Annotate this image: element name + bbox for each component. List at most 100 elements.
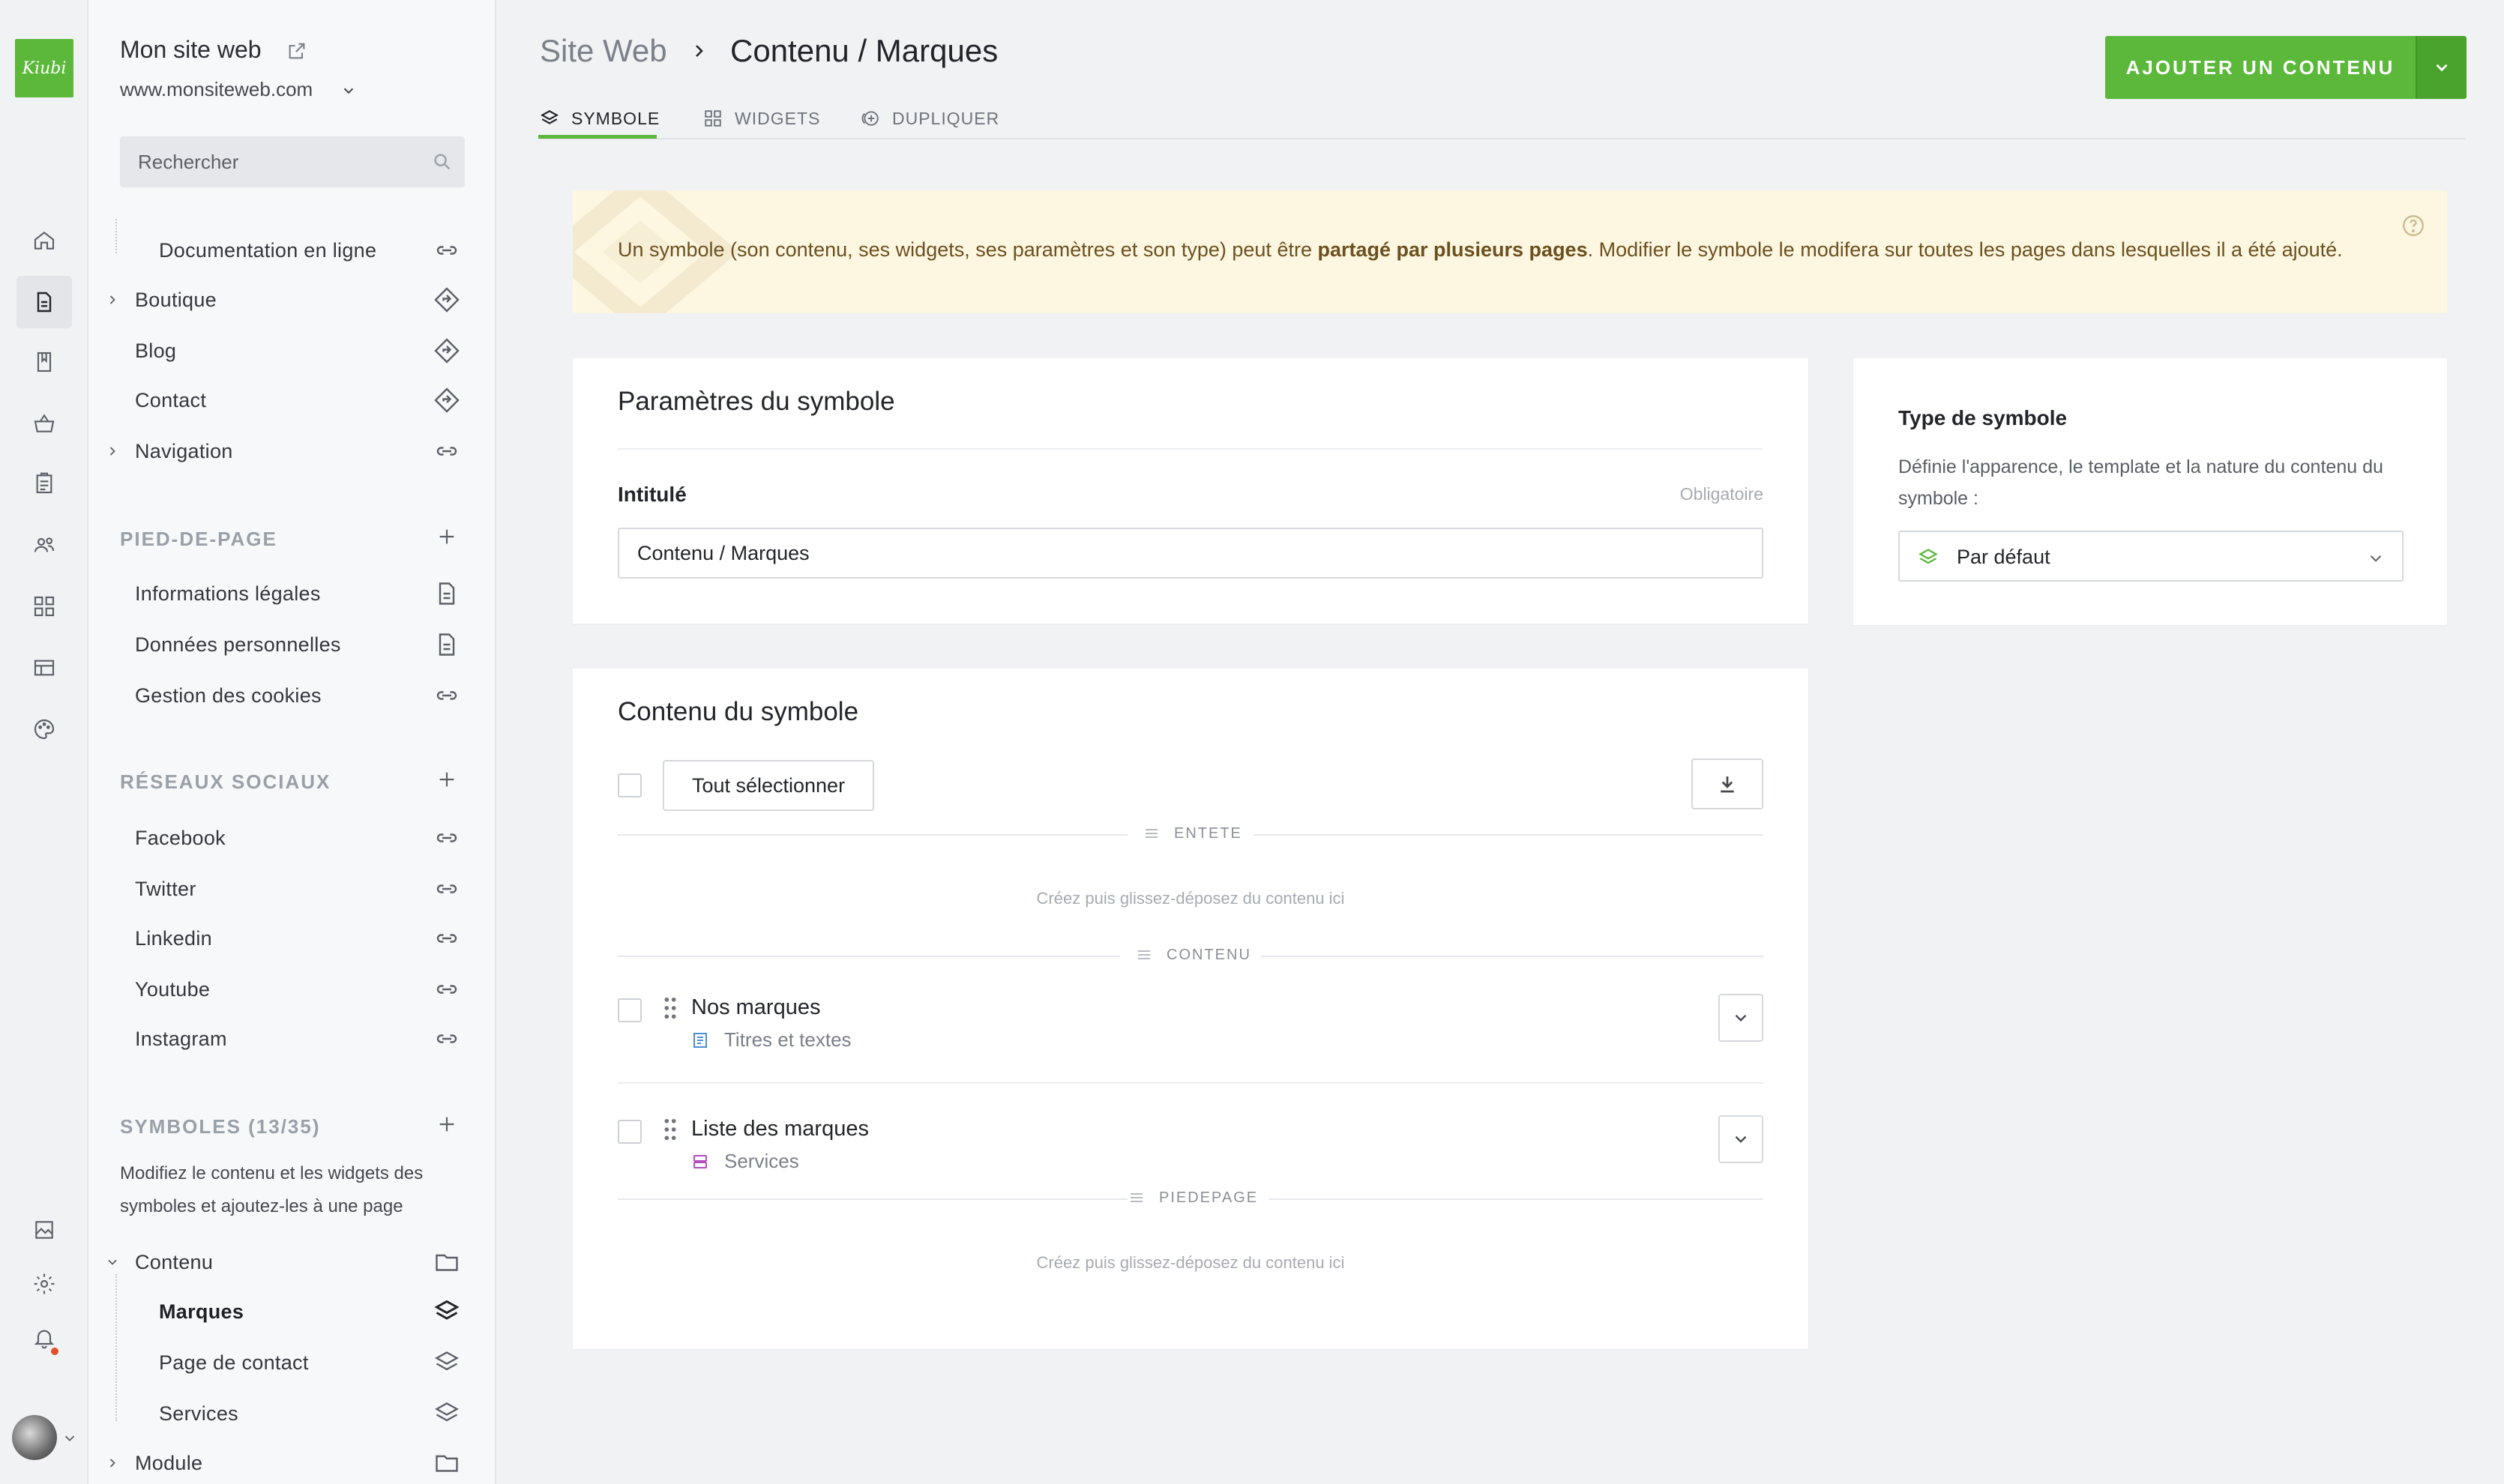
sidebar-symbol-services[interactable]: Services [88,1393,495,1435]
direction-icon [434,387,460,413]
tab-label: WIDGETS [735,108,821,128]
sidebar-item-label: Gestion des cookies [135,684,322,707]
expand-row-button[interactable] [1718,994,1763,1042]
drag-handle-icon[interactable] [663,997,678,1019]
chevron-right-icon[interactable] [105,1456,120,1471]
sidebar-item-label: Navigation [135,439,233,462]
sidebar-folder-contenu[interactable]: Contenu [88,1241,495,1283]
expand-row-button[interactable] [1718,1115,1763,1163]
media-icon[interactable] [16,1204,72,1256]
basket-icon[interactable] [16,397,72,450]
sidebar-item-label: Youtube [135,977,211,1001]
bookmark-icon[interactable] [16,336,72,388]
tab-symbole[interactable]: SYMBOLE [540,97,660,139]
select-all-button[interactable]: Tout sélectionner [663,760,874,811]
notification-badge [51,1348,58,1355]
sidebar-item-contact[interactable]: Contact [88,379,495,421]
site-url-selector[interactable]: www.monsiteweb.com [120,78,313,101]
icon-rail: Kiubi [0,0,88,1484]
sidebar-item-documentation[interactable]: Documentation en ligne [88,229,495,271]
help-icon[interactable] [2401,213,2426,238]
chevron-down-icon[interactable] [105,1255,120,1270]
search-icon[interactable] [432,151,453,172]
title-field[interactable] [618,528,1763,579]
sidebar-item-cookies[interactable]: Gestion des cookies [88,675,495,717]
chevron-down-icon[interactable] [340,82,357,99]
sidebar-symbol-marques[interactable]: Marques [88,1291,495,1333]
widgets-icon [705,110,721,127]
sidebar-item-label: Page de contact [159,1351,309,1374]
sidebar-item-label: Contenu [135,1250,214,1273]
sidebar-item-label: Documentation en ligne [159,238,377,262]
clipboard-icon[interactable] [16,457,72,510]
document-icon [439,633,455,656]
add-content-button[interactable]: AJOUTER UN CONTENU [2105,36,2416,99]
sidebar-item-label: Blog [135,339,177,362]
sidebar-item-facebook[interactable]: Facebook [88,817,495,859]
palette-icon[interactable] [16,703,72,755]
symbol-type-value: Par défaut [1957,546,2050,568]
search-input[interactable] [120,136,465,187]
users-icon[interactable] [16,519,72,571]
sidebar-item-twitter[interactable]: Twitter [88,868,495,910]
sidebar-symbol-page-contact[interactable]: Page de contact [88,1342,495,1384]
download-button[interactable] [1691,758,1763,809]
tab-label: DUPLIQUER [892,108,1000,128]
symbol-type-select[interactable]: Par défaut [1898,531,2404,582]
bell-icon[interactable] [16,1312,72,1364]
breadcrumb-root[interactable]: Site Web [540,33,667,69]
add-social-icon[interactable] [435,767,459,791]
drag-handle-icon[interactable] [663,1118,678,1141]
row-checkbox[interactable] [618,1120,642,1144]
required-hint: Obligatoire [1679,484,1763,504]
direction-icon [434,338,460,364]
menu-lines-icon [1138,950,1150,959]
row-checkbox[interactable] [618,998,642,1022]
select-all-checkbox[interactable] [618,773,642,797]
avatar[interactable] [12,1415,57,1460]
symbol-content-card: Contenu du symbole Tout sélectionner ENT… [573,669,1808,1349]
zone-footer: PIEDEPAGE [618,1189,1763,1210]
tab-dupliquer[interactable]: DUPLIQUER [861,97,999,139]
pages-icon[interactable] [16,276,72,328]
zone-label: ENTETE [1143,824,1242,842]
sidebar-item-label: Linkedin [135,926,212,950]
add-footer-icon[interactable] [435,525,459,549]
title-field-label: Intitulé [618,483,687,506]
add-symbol-icon[interactable] [435,1112,459,1136]
sidebar-item-blog[interactable]: Blog [88,330,495,372]
info-text: Un symbole (son contenu, ses widgets, se… [618,238,2343,261]
sidebar-item-youtube[interactable]: Youtube [88,968,495,1010]
sidebar-item-personal-data[interactable]: Données personnelles [88,624,495,666]
direction-icon [434,287,460,313]
chevron-down-icon[interactable] [61,1430,78,1447]
sidebar-item-legal[interactable]: Informations légales [88,573,495,615]
sidebar-item-instagram[interactable]: Instagram [88,1018,495,1060]
home-icon[interactable] [16,214,72,267]
site-title[interactable]: Mon site web [120,36,262,64]
menu-lines-icon [1146,829,1158,838]
add-content-dropdown[interactable] [2416,36,2467,99]
external-link-icon[interactable] [286,40,307,61]
app-logo[interactable]: Kiubi [15,39,73,97]
sidebar-item-label: Contact [135,388,207,411]
sidebar-item-boutique[interactable]: Boutique [88,279,495,321]
drop-zone-hint: Créez puis glissez-déposez du contenu ic… [1036,889,1345,908]
tab-label: SYMBOLE [571,108,660,128]
section-title-social: RÉSEAUX SOCIAUX [120,770,331,793]
tab-widgets[interactable]: WIDGETS [703,97,820,139]
layers-icon [434,1300,460,1320]
layout-icon[interactable] [16,642,72,694]
folder-icon [436,1254,458,1271]
chevron-right-icon[interactable] [105,444,120,459]
row-title: Nos marques [691,995,821,1019]
sidebar-folder-module[interactable]: Module [88,1442,495,1484]
sidebar-item-navigation[interactable]: Navigation [88,430,495,472]
content-row[interactable]: Nos marques Titres et textes [618,983,1763,1105]
chevron-right-icon[interactable] [105,292,120,307]
layers-icon [541,110,559,124]
widgets-icon[interactable] [16,580,72,633]
drop-zone-hint: Créez puis glissez-déposez du contenu ic… [1036,1253,1345,1272]
sidebar-item-linkedin[interactable]: Linkedin [88,917,495,959]
settings-icon[interactable] [16,1258,72,1310]
